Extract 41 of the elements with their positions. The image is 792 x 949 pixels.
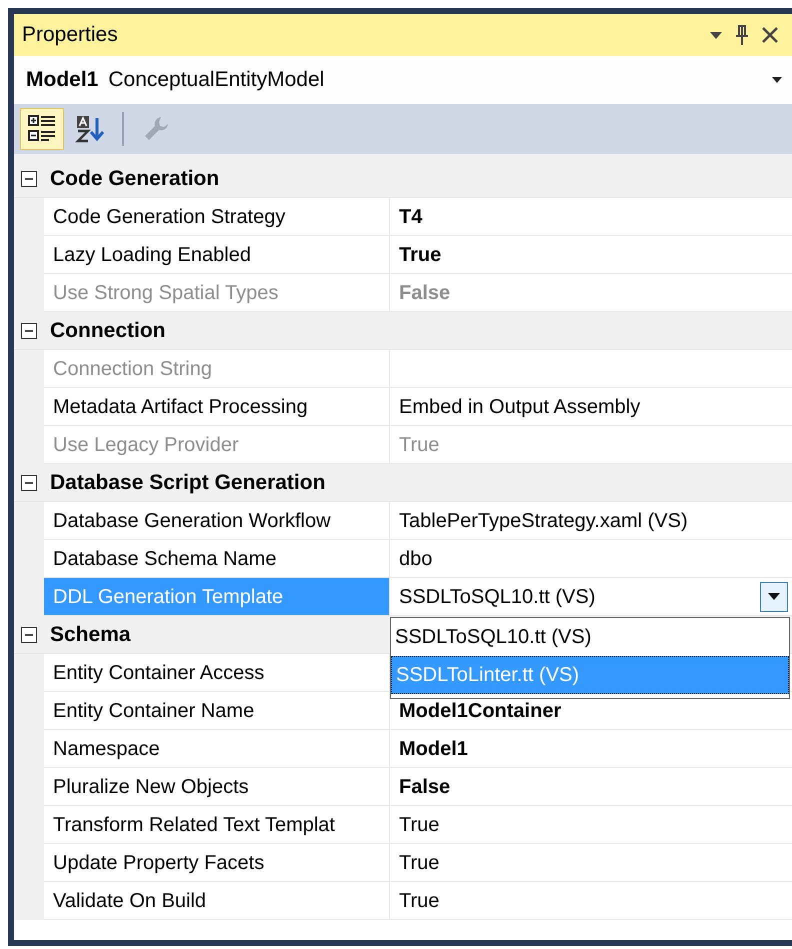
property-name[interactable]: Database Schema Name	[44, 540, 390, 578]
property-value[interactable]: dbo	[399, 544, 788, 574]
property-value[interactable]: True	[399, 240, 788, 270]
property-name[interactable]: Lazy Loading Enabled	[44, 236, 390, 274]
property-name[interactable]: Entity Container Name	[44, 692, 390, 730]
collapse-icon[interactable]	[21, 322, 37, 338]
property-value[interactable]: True	[399, 848, 788, 878]
object-name: Model1	[26, 67, 98, 94]
property-name[interactable]: Validate On Build	[44, 882, 390, 920]
property-name[interactable]: Update Property Facets	[44, 844, 390, 882]
property-name[interactable]: Transform Related Text Templat	[44, 806, 390, 844]
category-title: Database Script Generation	[50, 470, 326, 496]
property-value[interactable]: TablePerTypeStrategy.xaml (VS)	[399, 506, 788, 536]
category-title: Code Generation	[50, 166, 220, 192]
collapse-icon[interactable]	[21, 474, 37, 490]
category-title: Connection	[50, 318, 166, 344]
dropdown-option[interactable]: SSDLToSQL10.tt (VS)	[391, 618, 789, 656]
property-name[interactable]: Namespace	[44, 730, 390, 768]
dropdown-icon	[772, 77, 782, 83]
property-value[interactable]: Model1Container	[399, 696, 788, 726]
property-value[interactable]: SSDLToSQL10.tt (VS)	[399, 582, 760, 612]
property-name[interactable]: Code Generation Strategy	[44, 198, 390, 236]
property-value[interactable]: Model1	[399, 734, 788, 764]
property-value[interactable]: False	[399, 772, 788, 802]
dropdown-button[interactable]	[760, 582, 788, 612]
collapse-icon[interactable]	[21, 170, 37, 186]
collapse-icon[interactable]	[21, 626, 37, 642]
categorized-view-icon[interactable]	[20, 108, 64, 150]
object-type: ConceptualEntityModel	[108, 67, 326, 94]
property-value[interactable]: True	[399, 886, 788, 916]
property-name[interactable]: Pluralize New Objects	[44, 768, 390, 806]
category-title: Schema	[50, 622, 131, 648]
window-title: Properties	[22, 22, 119, 48]
caret-icon	[768, 593, 780, 600]
property-value[interactable]: T4	[399, 202, 788, 232]
property-name[interactable]: Database Generation Workflow	[44, 502, 390, 540]
property-name[interactable]: Entity Container Access	[44, 654, 390, 692]
property-name[interactable]: Metadata Artifact Processing	[44, 388, 390, 426]
property-value[interactable]: Embed in Output Assembly	[399, 392, 788, 422]
row-gutter	[14, 882, 44, 920]
property-value[interactable]: True	[399, 810, 788, 840]
